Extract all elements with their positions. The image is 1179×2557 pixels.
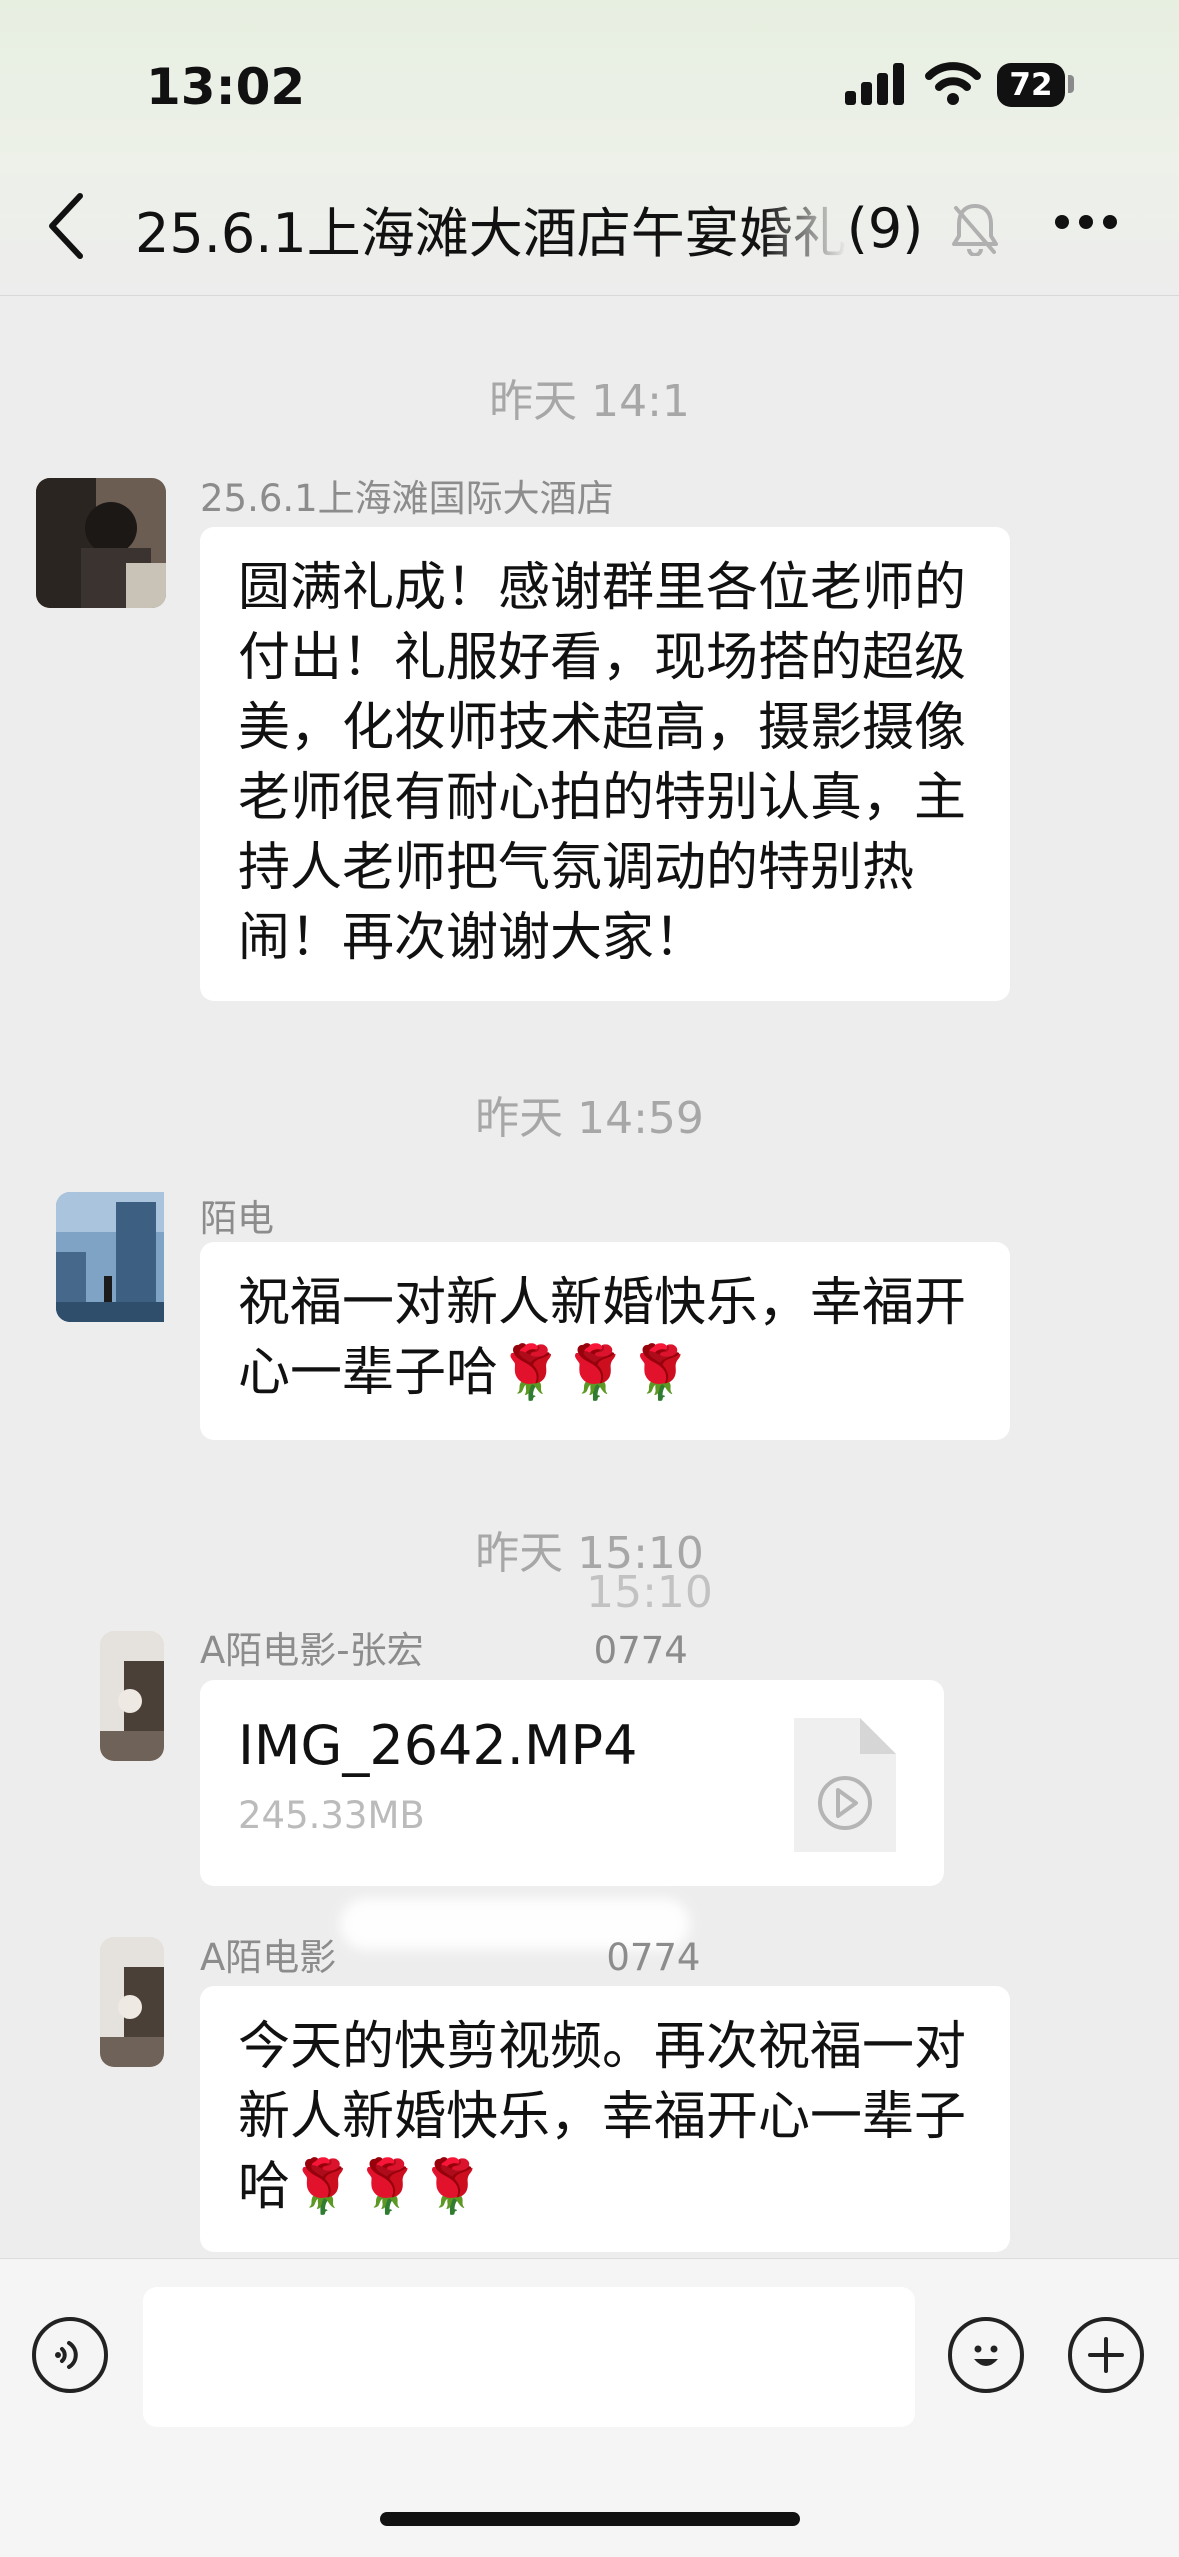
avatar[interactable] [36, 478, 166, 608]
file-size: 245.33MB [238, 1794, 425, 1837]
emoji-icon [974, 2345, 998, 2366]
wifi-icon [925, 62, 981, 105]
message-bubble[interactable]: 今天的快剪视频。再次祝福一对新人新婚快乐，幸福开心一辈子哈🌹🌹🌹 [200, 1986, 1010, 2252]
chat-header: 13:02 72 25.6.1上海滩大酒店午宴婚礼 (9) [0, 0, 1179, 296]
file-name: IMG_2642.MP4 [238, 1714, 638, 1777]
video-file-icon [794, 1718, 896, 1852]
member-count: (9) [846, 196, 924, 260]
timestamp: 昨天 14:1 [489, 376, 690, 427]
more-options-icon[interactable] [1053, 213, 1119, 231]
file-message[interactable]: IMG_2642.MP4 245.33MB [200, 1680, 944, 1886]
sender-name-tail: 0774 [593, 1629, 688, 1672]
sender-name-tail: 0774 [606, 1936, 701, 1979]
message-bubble[interactable]: 祝福一对新人新婚快乐，幸福开心一辈子哈🌹🌹🌹 [200, 1242, 1010, 1440]
voice-icon [55, 2341, 78, 2369]
battery-icon: 72 [997, 63, 1065, 107]
back-arrow-icon[interactable] [42, 190, 92, 262]
voice-button[interactable] [32, 2317, 108, 2393]
avatar[interactable] [56, 1192, 186, 1322]
status-time: 13:02 [146, 58, 306, 116]
battery-nub [1068, 75, 1074, 93]
mute-bell-icon [952, 204, 998, 256]
signal-icon [845, 63, 904, 105]
emoji-button[interactable] [948, 2317, 1024, 2393]
sender-name: A陌电影-张宏 0774 [200, 1620, 688, 1674]
message-input[interactable] [143, 2287, 915, 2427]
sender-name-text: A陌电影-张宏 [200, 1629, 424, 1672]
group-name: 25.6.1上海滩大酒店午宴婚礼 [135, 201, 847, 265]
avatar[interactable] [100, 1631, 164, 1761]
sender-name: 25.6.1上海滩国际大酒店 [200, 477, 614, 520]
plus-icon [1088, 2337, 1124, 2373]
sender-name: A陌电影 0774 [200, 1927, 700, 1981]
plus-button[interactable] [1068, 2317, 1144, 2393]
message-bubble[interactable]: 圆满礼成！感谢群里各位老师的付出！礼服好看，现场搭的超级美，化妆师技术超高，摄影… [200, 527, 1010, 1001]
chat-title: 25.6.1上海滩大酒店午宴婚礼 (9) [135, 188, 945, 268]
timestamp: 昨天 14:59 [475, 1093, 704, 1144]
sender-name: 陌电 [200, 1197, 274, 1240]
timestamp-ghost: 15:10 [586, 1567, 713, 1618]
sender-name-text: A陌电影 [200, 1936, 337, 1979]
home-indicator [380, 2512, 800, 2526]
avatar[interactable] [100, 1937, 164, 2067]
